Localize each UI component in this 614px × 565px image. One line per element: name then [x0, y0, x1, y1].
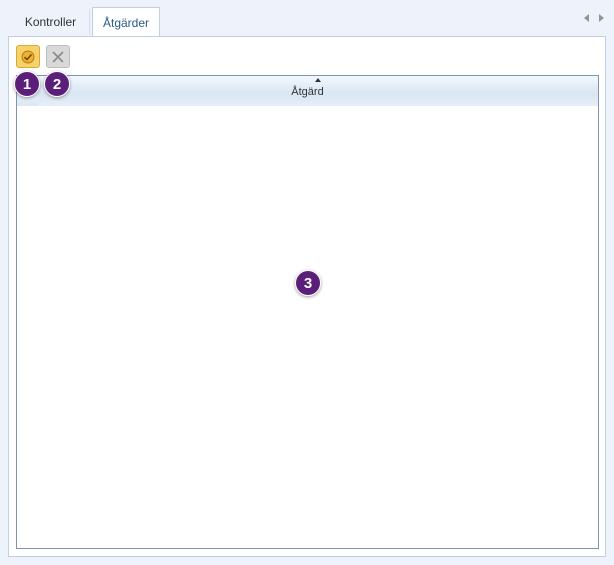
- tab-strip: Kontroller Åtgärder: [0, 0, 614, 37]
- approve-action-icon: [21, 50, 35, 63]
- callout-marker-1: 1: [14, 71, 40, 97]
- callout-marker-2: 2: [44, 71, 70, 97]
- remove-action-button[interactable]: [46, 45, 70, 68]
- tab-scroll-arrows: [584, 14, 604, 22]
- grid-header: Åtgärd: [17, 76, 598, 106]
- column-header-atgard[interactable]: Åtgärd: [17, 86, 598, 98]
- atgarder-panel: Åtgärd: [8, 36, 606, 557]
- approve-action-button[interactable]: [16, 45, 40, 68]
- scroll-right-icon[interactable]: [599, 14, 604, 22]
- scroll-left-icon[interactable]: [584, 14, 589, 22]
- tab-kontroller[interactable]: Kontroller: [12, 9, 90, 35]
- close-icon: [52, 50, 64, 63]
- tab-atgarder[interactable]: Åtgärder: [92, 7, 160, 37]
- callout-marker-3: 3: [295, 270, 321, 296]
- actions-grid[interactable]: Åtgärd: [16, 75, 599, 549]
- sort-ascending-icon: [315, 78, 321, 82]
